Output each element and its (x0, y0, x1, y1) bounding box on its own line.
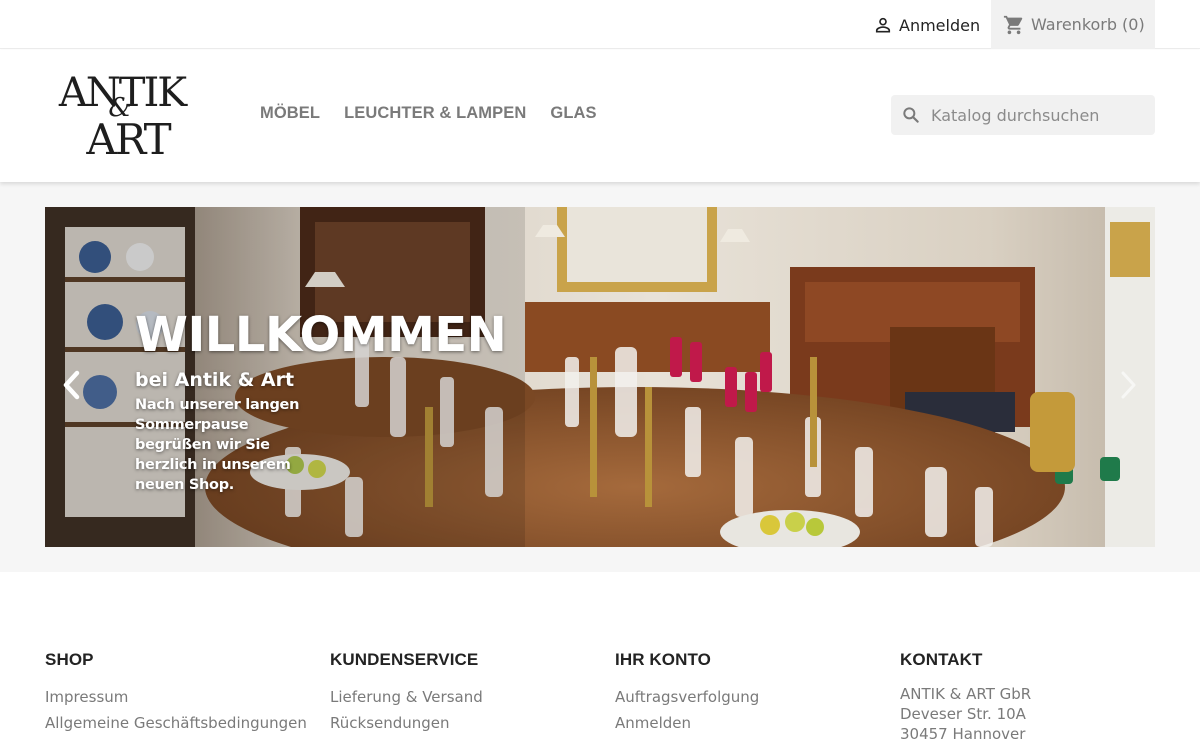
hero-slider[interactable]: WILLKOMMEN bei Antik & Art Nach unserer … (45, 207, 1155, 547)
main-navigation: MÖBEL LEUCHTER & LAMPEN GLAS (260, 104, 621, 123)
footer-link-anmelden[interactable]: Anmelden (615, 710, 759, 736)
footer-column-kontakt: KONTAKT ANTIK & ART GbR Deveser Str. 10A… (900, 650, 1031, 740)
svg-text:ART: ART (85, 115, 171, 160)
footer-column-kundenservice: KUNDENSERVICE Lieferung & Versand Rückse… (330, 650, 483, 736)
cart-icon (1003, 15, 1023, 34)
antik-art-logo: ANTIK & ART (58, 70, 190, 164)
nav-item-leuchter-lampen[interactable]: LEUCHTER & LAMPEN (344, 104, 526, 123)
nav-item-glas[interactable]: GLAS (550, 104, 596, 123)
footer-link-lieferung-versand[interactable]: Lieferung & Versand (330, 684, 483, 710)
site-footer: SHOP Impressum Allgemeine Geschäftsbedin… (0, 572, 1200, 740)
slider-next-button[interactable] (1113, 367, 1143, 403)
site-header: ANTIK & ART MÖBEL LEUCHTER & LAMPEN GLAS (0, 50, 1200, 182)
nav-item-moebel[interactable]: MÖBEL (260, 104, 320, 123)
site-logo[interactable]: ANTIK & ART (52, 68, 194, 164)
search-box (891, 95, 1155, 135)
contact-city: 30457 Hannover (900, 725, 1026, 740)
cart-label: Warenkorb (1031, 15, 1118, 34)
footer-link-ruecksendungen[interactable]: Rücksendungen (330, 710, 483, 736)
footer-link-agb[interactable]: Allgemeine Geschäftsbedingungen (45, 710, 307, 736)
hero-title: WILLKOMMEN (135, 307, 507, 363)
footer-link-auftragsverfolgung[interactable]: Auftragsverfolgung (615, 684, 759, 710)
hero-subtitle: bei Antik & Art (135, 369, 295, 391)
hero-section: WILLKOMMEN bei Antik & Art Nach unserer … (0, 182, 1200, 572)
footer-column-konto: IHR KONTO Auftragsverfolgung Anmelden (615, 650, 759, 736)
chevron-right-icon (1121, 371, 1136, 399)
cart-count: (0) (1122, 15, 1145, 34)
signin-label: Anmelden (899, 15, 981, 35)
hero-text: Nach unserer langen Sommerpause begrüßen… (135, 397, 300, 493)
slider-prev-button[interactable] (57, 367, 87, 403)
search-input[interactable] (931, 105, 1141, 125)
cart-button[interactable]: Warenkorb (0) (991, 0, 1155, 49)
user-icon (875, 17, 891, 33)
contact-company: ANTIK & ART GbR (900, 685, 1032, 703)
footer-heading-kontakt: KONTAKT (900, 650, 983, 669)
footer-heading-kundenservice: KUNDENSERVICE (330, 650, 479, 669)
footer-heading-konto: IHR KONTO (615, 650, 711, 669)
contact-street: Deveser Str. 10A (900, 705, 1026, 723)
chevron-left-icon (63, 370, 80, 400)
signin-link[interactable]: Anmelden (873, 14, 980, 36)
footer-heading-shop: SHOP (45, 650, 94, 669)
top-bar: Anmelden Warenkorb (0) (0, 0, 1200, 49)
hero-caption: WILLKOMMEN bei Antik & Art Nach unserer … (135, 307, 507, 495)
footer-column-shop: SHOP Impressum Allgemeine Geschäftsbedin… (45, 650, 307, 736)
footer-link-impressum[interactable]: Impressum (45, 684, 307, 710)
search-icon[interactable] (901, 105, 921, 125)
